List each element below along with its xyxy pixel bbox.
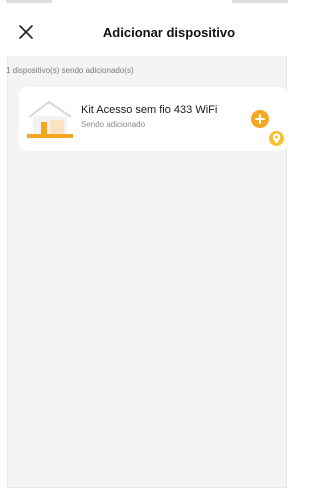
content-area: 1 dispositivo(s) sendo adicionado(s) Kit… bbox=[6, 56, 288, 488]
status-bar-left bbox=[6, 0, 52, 3]
top-bar: Adicionar dispositivo bbox=[0, 10, 294, 56]
device-card[interactable]: Kit Acesso sem fio 433 WiFi Sendo adicio… bbox=[19, 87, 288, 151]
status-bar bbox=[0, 0, 294, 10]
close-icon bbox=[14, 20, 38, 44]
page-title: Adicionar dispositivo bbox=[102, 25, 236, 40]
house-device-icon bbox=[27, 100, 73, 138]
status-bar-right bbox=[232, 0, 288, 3]
device-name: Kit Acesso sem fio 433 WiFi bbox=[81, 104, 218, 116]
location-badge bbox=[269, 131, 284, 146]
add-device-button[interactable] bbox=[251, 110, 269, 128]
device-status: Sendo adicionado bbox=[81, 120, 146, 129]
location-pin-icon bbox=[272, 133, 281, 144]
device-image bbox=[27, 97, 73, 141]
adding-count-label: 1 dispositivo(s) sendo adicionado(s) bbox=[6, 66, 134, 75]
close-button[interactable] bbox=[14, 20, 38, 44]
